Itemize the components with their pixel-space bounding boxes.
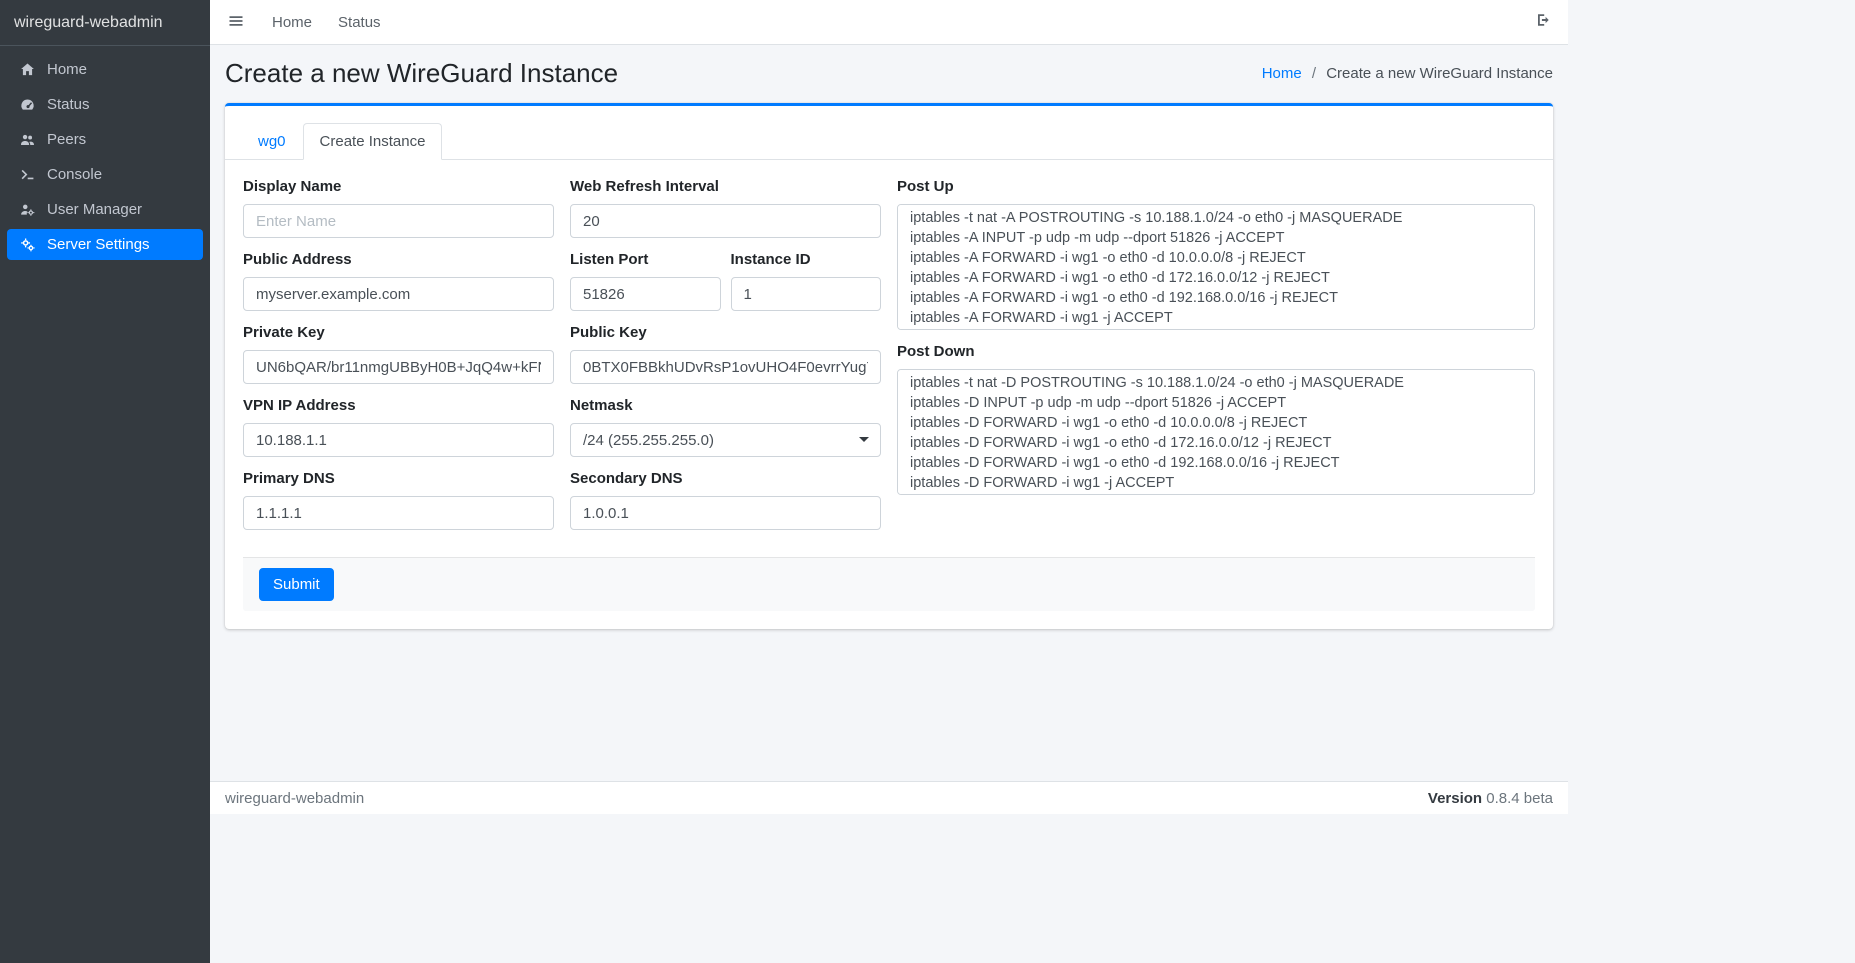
breadcrumb: Home / Create a new WireGuard Instance bbox=[1262, 65, 1553, 82]
post-up-textarea[interactable]: iptables -t nat -A POSTROUTING -s 10.188… bbox=[897, 204, 1535, 330]
web-refresh-interval-input[interactable] bbox=[570, 204, 881, 238]
main-area: Home Status Create a new WireGuard Insta… bbox=[210, 0, 1568, 814]
public-address-input[interactable] bbox=[243, 277, 554, 311]
server-settings-icon bbox=[17, 237, 37, 252]
status-icon bbox=[17, 97, 37, 112]
listen-port-input[interactable] bbox=[570, 277, 721, 311]
breadcrumb-current: Create a new WireGuard Instance bbox=[1326, 65, 1553, 82]
secondary-dns-input[interactable] bbox=[570, 496, 881, 530]
sidebar-item-label: Server Settings bbox=[47, 236, 150, 253]
navbar-link-status[interactable]: Status bbox=[338, 14, 381, 31]
sidebar-item-label: Peers bbox=[47, 131, 86, 148]
logout-button[interactable] bbox=[1536, 12, 1552, 32]
sign-out-icon bbox=[1536, 12, 1552, 32]
netmask-select-wrap: /24 (255.255.255.0) bbox=[570, 423, 881, 457]
tab-create-instance[interactable]: Create Instance bbox=[303, 123, 443, 160]
card-body: Display Name Public Address Private Key bbox=[225, 160, 1553, 629]
secondary-dns-label: Secondary DNS bbox=[570, 470, 881, 488]
footer-version-label: Version bbox=[1428, 790, 1482, 807]
primary-dns-label: Primary DNS bbox=[243, 470, 554, 488]
sidebar-item-label: Home bbox=[47, 61, 87, 78]
vpn-ip-label: VPN IP Address bbox=[243, 397, 554, 415]
netmask-label: Netmask bbox=[570, 397, 881, 415]
instance-id-input[interactable] bbox=[731, 277, 882, 311]
breadcrumb-separator: / bbox=[1312, 65, 1316, 82]
page-footer: wireguard-webadmin Version 0.8.4 beta bbox=[210, 781, 1568, 814]
submit-button[interactable]: Submit bbox=[259, 568, 334, 601]
hamburger-icon bbox=[228, 13, 244, 32]
public-key-input[interactable] bbox=[570, 350, 881, 384]
footer-app-name: wireguard-webadmin bbox=[225, 790, 364, 807]
post-down-label: Post Down bbox=[897, 343, 1535, 361]
tab-item: Create Instance bbox=[303, 123, 443, 160]
sidebar-item-label: Console bbox=[47, 166, 102, 183]
post-up-label: Post Up bbox=[897, 178, 1535, 196]
display-name-label: Display Name bbox=[243, 178, 554, 196]
console-icon bbox=[17, 167, 37, 182]
sidebar-item-server-settings[interactable]: Server Settings bbox=[7, 229, 203, 260]
public-key-label: Public Key bbox=[570, 324, 881, 342]
tab-wg0[interactable]: wg0 bbox=[241, 123, 303, 160]
peers-icon bbox=[17, 132, 37, 147]
sidebar-item-user-manager[interactable]: User Manager bbox=[7, 194, 203, 225]
listen-port-label: Listen Port bbox=[570, 251, 721, 269]
user-manager-icon bbox=[17, 202, 37, 217]
page-title: Create a new WireGuard Instance bbox=[225, 58, 618, 89]
private-key-label: Private Key bbox=[243, 324, 554, 342]
content-wrapper: Create a new WireGuard Instance Home / C… bbox=[210, 45, 1568, 781]
post-down-textarea[interactable]: iptables -t nat -D POSTROUTING -s 10.188… bbox=[897, 369, 1535, 495]
instance-tabs: wg0 Create Instance bbox=[241, 123, 1537, 160]
home-icon bbox=[17, 62, 37, 77]
sidebar-item-label: Status bbox=[47, 96, 90, 113]
card-tabs-header: wg0 Create Instance bbox=[225, 106, 1553, 160]
breadcrumb-home-link[interactable]: Home bbox=[1262, 65, 1302, 82]
display-name-input[interactable] bbox=[243, 204, 554, 238]
sidebar-item-peers[interactable]: Peers bbox=[7, 124, 203, 155]
sidebar-menu: Home Status Peers Console User Manager bbox=[0, 46, 210, 272]
form-footer: Submit bbox=[243, 557, 1535, 611]
footer-version: Version 0.8.4 beta bbox=[1428, 790, 1553, 807]
footer-version-value: 0.8.4 beta bbox=[1486, 790, 1553, 807]
tab-item: wg0 bbox=[241, 123, 303, 160]
sidebar-item-status[interactable]: Status bbox=[7, 89, 203, 120]
private-key-input[interactable] bbox=[243, 350, 554, 384]
navbar-link-home[interactable]: Home bbox=[272, 14, 312, 31]
instance-id-label: Instance ID bbox=[731, 251, 882, 269]
create-instance-card: wg0 Create Instance Display Name Public … bbox=[225, 103, 1553, 629]
netmask-select[interactable]: /24 (255.255.255.0) bbox=[570, 423, 881, 457]
sidebar-item-label: User Manager bbox=[47, 201, 142, 218]
sidebar-item-console[interactable]: Console bbox=[7, 159, 203, 190]
public-address-label: Public Address bbox=[243, 251, 554, 269]
app-brand[interactable]: wireguard-webadmin bbox=[0, 0, 210, 46]
vpn-ip-input[interactable] bbox=[243, 423, 554, 457]
sidebar: wireguard-webadmin Home Status Peers Con… bbox=[0, 0, 210, 963]
content-header: Create a new WireGuard Instance Home / C… bbox=[210, 58, 1568, 89]
sidebar-toggle-button[interactable] bbox=[226, 11, 246, 34]
sidebar-item-home[interactable]: Home bbox=[7, 54, 203, 85]
primary-dns-input[interactable] bbox=[243, 496, 554, 530]
web-refresh-interval-label: Web Refresh Interval bbox=[570, 178, 881, 196]
top-navbar: Home Status bbox=[210, 0, 1568, 45]
